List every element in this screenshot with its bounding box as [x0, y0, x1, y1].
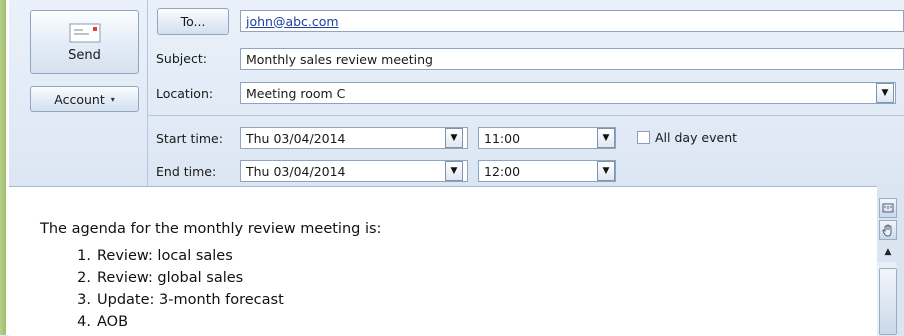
ruler-toggle-button[interactable] [879, 198, 897, 218]
list-item: 4. AOB [77, 314, 129, 330]
end-date-dropdown[interactable]: ▼ [445, 161, 463, 181]
send-icon [69, 23, 100, 42]
dropdown-arrow-icon: ▼ [602, 165, 610, 176]
dropdown-arrow-icon: ▼ [450, 132, 458, 143]
to-field[interactable]: john@abc.com [240, 10, 904, 32]
hand-tool-button[interactable] [879, 220, 897, 240]
ruler-icon [882, 203, 894, 213]
start-date-field[interactable]: Thu 03/04/2014 [240, 127, 468, 149]
location-field[interactable]: Meeting room C [240, 82, 896, 104]
dropdown-arrow-icon: ▼ [602, 132, 610, 143]
send-button[interactable]: Send [30, 10, 139, 74]
end-date-field[interactable]: Thu 03/04/2014 [240, 160, 468, 182]
send-label: Send [68, 47, 101, 63]
scroll-up-icon: ▲ [884, 247, 892, 257]
start-time-label: Start time: [156, 131, 223, 146]
toolbar-divider [147, 0, 148, 186]
location-dropdown[interactable]: ▼ [876, 83, 894, 103]
account-label: Account [54, 91, 105, 107]
recipient-link[interactable]: john@abc.com [246, 14, 339, 29]
end-time-label: End time: [156, 164, 217, 179]
hand-icon [882, 224, 892, 236]
scrollbar-thumb[interactable] [879, 268, 897, 335]
account-button[interactable]: Account ▾ [30, 86, 139, 112]
end-time-field[interactable]: 12:00 [478, 160, 616, 182]
subject-field[interactable]: Monthly sales review meeting [240, 48, 904, 70]
list-item: 3. Update: 3-month forecast [77, 292, 284, 308]
to-button[interactable]: To... [157, 8, 229, 35]
message-body[interactable]: The agenda for the monthly review meetin… [9, 186, 877, 336]
chevron-down-icon: ▾ [110, 94, 115, 104]
list-item: 2. Review: global sales [77, 270, 244, 286]
start-date-dropdown[interactable]: ▼ [445, 128, 463, 148]
dropdown-arrow-icon: ▼ [881, 87, 889, 98]
subject-label: Subject: [156, 51, 207, 66]
dropdown-arrow-icon: ▼ [450, 165, 458, 176]
start-time-dropdown[interactable]: ▼ [597, 128, 615, 148]
start-time-field[interactable]: 11:00 [478, 127, 616, 149]
all-day-checkbox[interactable] [637, 131, 650, 144]
agenda-intro: The agenda for the monthly review meetin… [40, 221, 382, 237]
all-day-label: All day event [655, 130, 738, 145]
location-label: Location: [156, 86, 214, 101]
end-time-dropdown[interactable]: ▼ [597, 161, 615, 181]
agenda-list: 1. Review: local sales 2. Review: global s… [69, 245, 284, 333]
section-divider [147, 115, 904, 116]
list-item: 1. Review: local sales [77, 248, 233, 264]
scroll-up-button[interactable]: ▲ [879, 244, 897, 260]
